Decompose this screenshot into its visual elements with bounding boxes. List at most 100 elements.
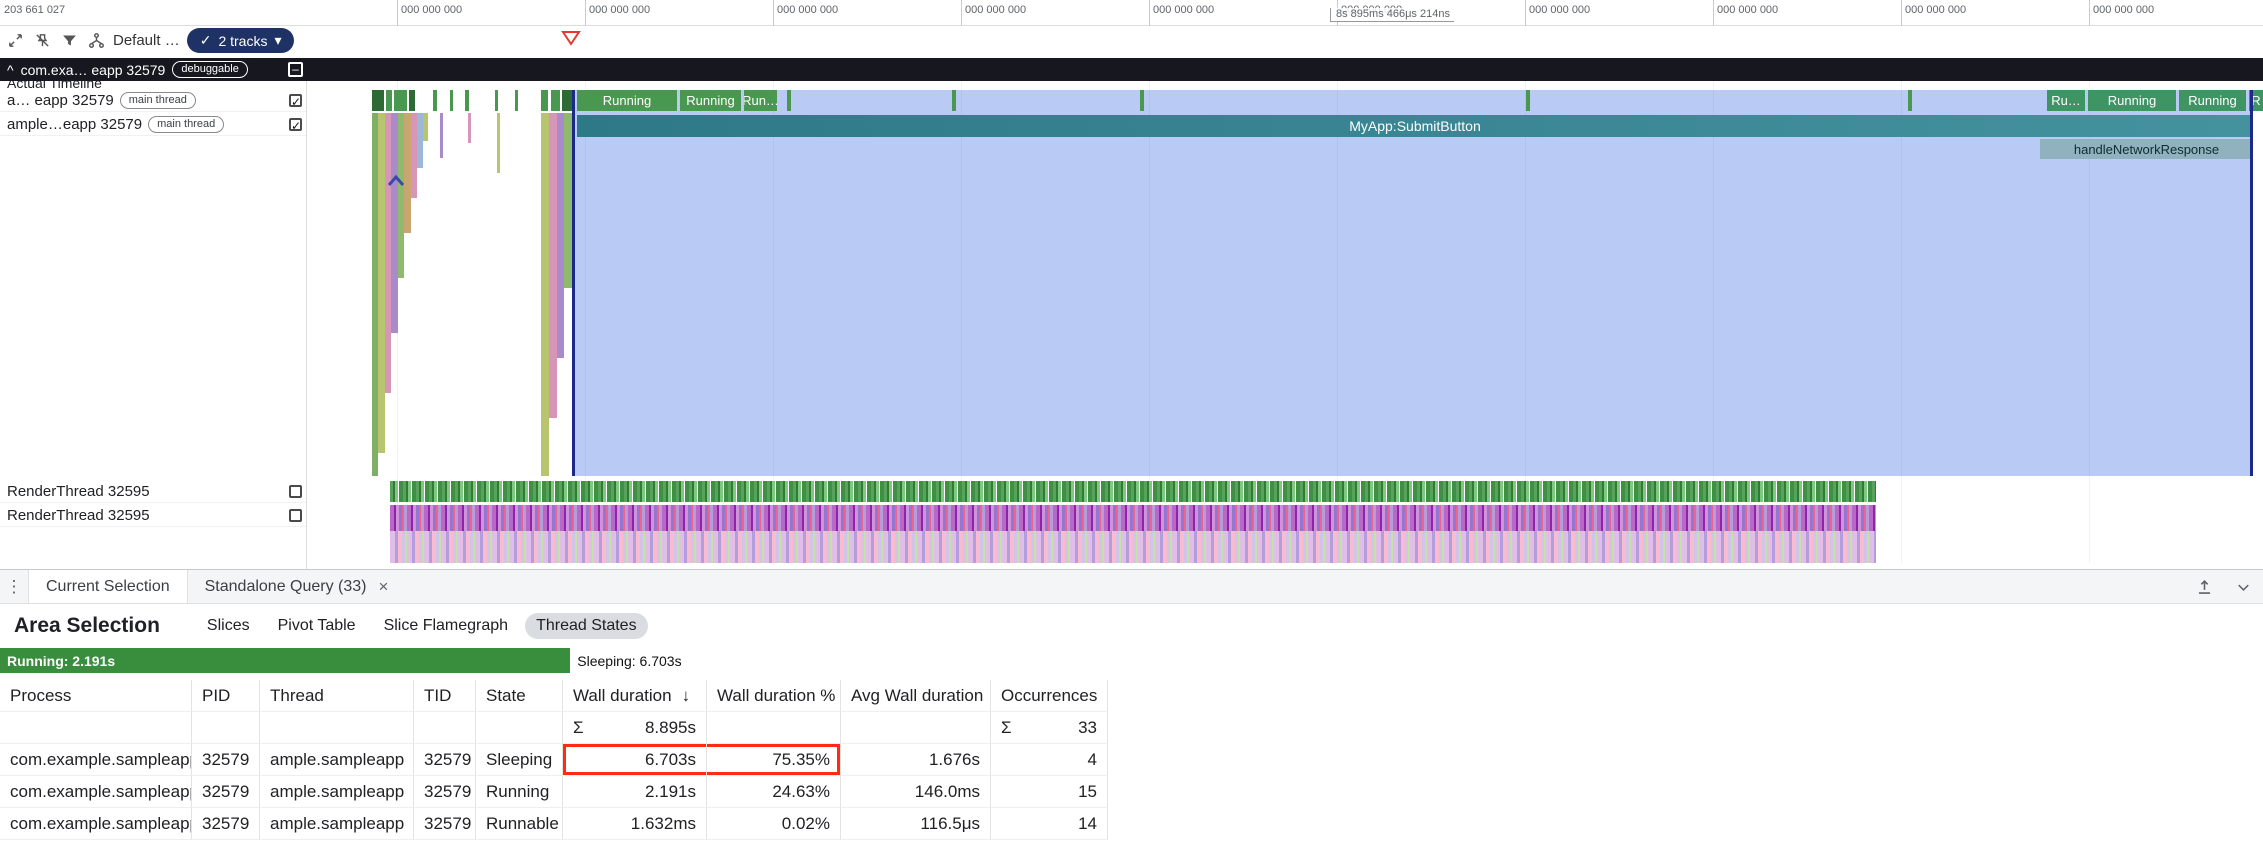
track-row-renderthread-2[interactable]: RenderThread 32595	[0, 505, 306, 527]
table-cell[interactable]: 1.632ms	[563, 808, 707, 840]
table-cell[interactable]: 32579	[192, 808, 260, 840]
track-row-actual-timeline[interactable]: Actual Timeline	[0, 81, 306, 90]
table-cell[interactable]: Running	[476, 776, 563, 808]
thread-state-slice[interactable]	[551, 90, 560, 111]
flame-slice[interactable]	[391, 113, 398, 333]
table-cell[interactable]: 32579	[192, 776, 260, 808]
thread-state-slice[interactable]: Ru…	[2047, 90, 2085, 111]
view-tab-pivot-table[interactable]: Pivot Table	[267, 613, 367, 639]
selection-flag-icon[interactable]	[561, 30, 581, 46]
filter-icon[interactable]	[59, 31, 79, 51]
table-cell[interactable]: 15	[991, 776, 1108, 808]
table-cell[interactable]: 116.5μs	[841, 808, 991, 840]
flame-slice[interactable]	[541, 113, 549, 476]
table-cell[interactable]: 1.676s	[841, 744, 991, 776]
tab-current-selection[interactable]: Current Selection	[28, 570, 188, 603]
renderthread-track-1-slices[interactable]	[390, 481, 1876, 502]
chevron-down-icon[interactable]	[2234, 578, 2253, 597]
thread-state-slice[interactable]	[541, 90, 548, 111]
collapse-caret-icon[interactable]: ^	[7, 62, 14, 78]
expand-tracks-icon[interactable]	[5, 31, 25, 51]
table-cell[interactable]: 32579	[414, 744, 476, 776]
tab-standalone-query[interactable]: Standalone Query (33) ×	[188, 570, 406, 603]
summary-sleeping-segment[interactable]: Sleeping: 6.703s	[570, 648, 681, 673]
thread-state-slice[interactable]	[433, 90, 437, 111]
column-header[interactable]: Wall duration↓	[563, 680, 707, 712]
column-header[interactable]: Occurrences	[991, 680, 1108, 712]
thread-state-slice[interactable]	[450, 90, 453, 111]
table-cell[interactable]: com.example.sampleapp	[0, 776, 192, 808]
drag-handle-icon[interactable]: ⋮	[0, 570, 28, 603]
workspace-selector[interactable]: Default …	[113, 32, 180, 49]
collapse-panel-icon[interactable]	[2195, 578, 2214, 597]
thread-state-slice[interactable]: Running	[2179, 90, 2246, 111]
flame-slice[interactable]	[378, 113, 385, 453]
view-tab-thread-states[interactable]: Thread States	[525, 613, 648, 639]
table-cell[interactable]: ample.sampleapp	[260, 744, 414, 776]
table-cell[interactable]: 32579	[414, 808, 476, 840]
thread-state-slice[interactable]: Running	[577, 90, 677, 111]
column-header[interactable]: TID	[414, 680, 476, 712]
track-checkbox[interactable]: ✓	[289, 94, 302, 107]
thread-state-slice[interactable]: Running	[680, 90, 741, 111]
column-header[interactable]: PID	[192, 680, 260, 712]
table-row[interactable]: com.example.sampleapp32579ample.sampleap…	[0, 776, 1108, 808]
track-checkbox[interactable]: ✓	[289, 118, 302, 131]
track-row-renderthread-1[interactable]: RenderThread 32595	[0, 481, 306, 503]
close-tab-icon[interactable]: ×	[379, 577, 389, 597]
table-cell[interactable]: 24.63%	[707, 776, 841, 808]
thread-state-slice[interactable]	[1140, 90, 1144, 111]
process-group-header[interactable]: ^ com.exa… eapp 32579 debuggable –	[0, 58, 2263, 81]
table-cell[interactable]: 14	[991, 808, 1108, 840]
flame-slice[interactable]	[564, 113, 572, 288]
selection-left-edge[interactable]	[572, 90, 575, 476]
table-cell[interactable]: com.example.sampleapp	[0, 744, 192, 776]
flame-slice[interactable]	[468, 113, 471, 143]
thread-state-slice[interactable]	[1526, 90, 1530, 111]
timeline-ruler[interactable]: 203 661 027 000 000 000000 000 000000 00…	[0, 0, 2263, 26]
renderthread-track-2-slices-lower[interactable]	[390, 531, 1876, 563]
column-header[interactable]: State	[476, 680, 563, 712]
table-cell[interactable]: ample.sampleapp	[260, 808, 414, 840]
state-summary-bar[interactable]: Running: 2.191s Sleeping: 6.703s	[0, 648, 2263, 673]
flame-slice[interactable]	[404, 113, 411, 233]
thread-state-slice[interactable]	[1908, 90, 1912, 111]
view-tab-slices[interactable]: Slices	[196, 613, 261, 639]
table-cell[interactable]: com.example.sampleapp	[0, 808, 192, 840]
track-checkbox[interactable]	[289, 485, 302, 498]
pin-off-icon[interactable]	[32, 31, 52, 51]
thread-state-slice[interactable]	[465, 90, 469, 111]
table-cell[interactable]: Runnable	[476, 808, 563, 840]
column-header[interactable]: Wall duration %	[707, 680, 841, 712]
thread-state-slice[interactable]	[394, 90, 407, 111]
thread-state-slice[interactable]	[515, 90, 518, 111]
thread-state-slice[interactable]: Running	[2088, 90, 2176, 111]
table-cell[interactable]: Sleeping	[476, 744, 563, 776]
table-cell[interactable]: 32579	[414, 776, 476, 808]
table-cell[interactable]: 2.191s	[563, 776, 707, 808]
handle-network-response-slice[interactable]: handleNetworkResponse	[2040, 139, 2253, 159]
submit-button-slice[interactable]: MyApp:SubmitButton	[577, 115, 2253, 137]
flame-slice[interactable]	[440, 113, 443, 158]
table-cell[interactable]: 75.35%	[707, 744, 841, 776]
renderthread-track-2-slices[interactable]	[390, 505, 1876, 531]
group-checkbox-indeterminate[interactable]: –	[288, 62, 303, 77]
summary-running-segment[interactable]: Running: 2.191s	[0, 648, 570, 673]
table-row[interactable]: com.example.sampleapp32579ample.sampleap…	[0, 808, 1108, 840]
table-cell[interactable]: ample.sampleapp	[260, 776, 414, 808]
timeline-canvas[interactable]: RunningRunningRun…Ru…RunningRunningR MyA…	[0, 58, 2263, 569]
table-cell[interactable]: 6.703s	[563, 744, 707, 776]
thread-state-slice[interactable]: Run…	[744, 90, 777, 111]
column-header[interactable]: Process	[0, 680, 192, 712]
track-row-main-thread-states[interactable]: a… eapp 32579 main thread ✓	[0, 90, 306, 112]
table-cell[interactable]: 4	[991, 744, 1108, 776]
table-cell[interactable]: 146.0ms	[841, 776, 991, 808]
sort-desc-icon[interactable]: ↓	[682, 686, 691, 706]
view-tab-slice-flamegraph[interactable]: Slice Flamegraph	[373, 613, 520, 639]
flame-slice[interactable]	[423, 113, 428, 141]
selection-right-edge[interactable]	[2250, 90, 2253, 476]
flame-slice[interactable]	[549, 113, 557, 418]
thread-state-slice[interactable]	[409, 90, 415, 111]
track-row-main-thread-slices[interactable]: ample…eapp 32579 main thread ✓	[0, 113, 306, 136]
flame-slice[interactable]	[497, 113, 500, 173]
